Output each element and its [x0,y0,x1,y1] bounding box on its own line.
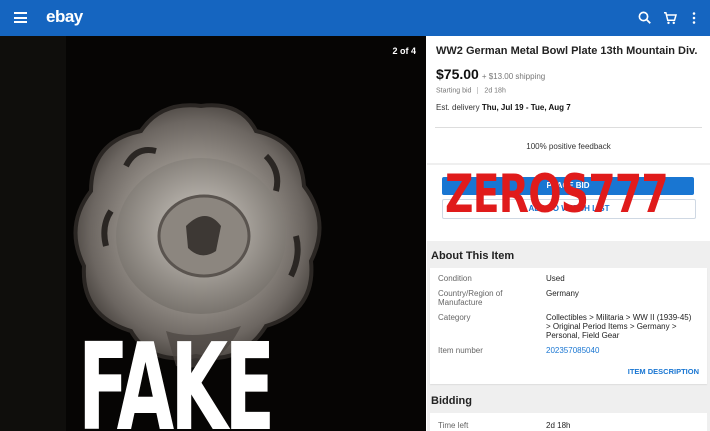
bidding-value: 2d 18h [546,421,571,431]
ebay-logo[interactable]: ebay [46,7,83,27]
listing-title: WW2 German Metal Bowl Plate 13th Mountai… [436,45,698,57]
cart-icon[interactable] [661,9,679,27]
about-card: Condition Used Country/Region of Manufac… [430,268,707,385]
time-left-short: 2d 18h [484,87,506,95]
price-value: $75.00 [436,66,479,82]
menu-icon[interactable] [14,12,27,23]
summary-card: WW2 German Metal Bowl Plate 13th Mountai… [427,36,710,164]
spec-row: Country/Region of Manufacture Germany [430,289,707,307]
spec-row: Item number 202357085040 [430,346,707,355]
watermark-overlay: ZEROS777 [445,164,669,226]
estimated-delivery: Est. delivery Thu, Jul 19 - Tue, Aug 7 [427,94,710,112]
about-heading: About This Item [431,250,515,263]
spec-key: Category [438,313,471,323]
bidding-key: Time left [438,421,469,431]
seller-feedback[interactable]: 100% positive feedback [427,128,710,163]
delivery-label: Est. delivery [436,103,480,113]
search-icon[interactable] [636,9,654,27]
shipping-cost: + $13.00 shipping [481,72,546,81]
bidding-heading: Bidding [431,395,472,408]
spec-key: Condition [438,274,472,284]
spec-value: Collectibles > Militaria > WW II (1939-4… [546,313,692,341]
listing-details-panel: WW2 German Metal Bowl Plate 13th Mountai… [427,36,710,431]
more-vert-icon[interactable] [685,9,703,27]
price-label: Starting bid [436,87,472,95]
spec-row: Category Collectibles > Militaria > WW I… [430,313,707,340]
image-counter: 2 of 4 [392,46,416,56]
fake-overlay-text: FAKE [78,319,275,431]
delivery-dates: Thu, Jul 19 - Tue, Aug 7 [481,103,571,113]
spec-key: Item number [438,346,483,356]
divider [477,87,479,94]
price-row: $75.00 + $13.00 shipping [427,66,710,84]
bidding-card: Time left 2d 18h [430,413,707,431]
bid-meta: Starting bid 2d 18h [427,87,710,94]
action-buttons: PLACE BID ADD TO WATCH LIST ZEROS777 [427,164,710,242]
spec-value: Germany [546,289,579,299]
product-photo-gallery[interactable]: 2 of 4 FAKE [0,36,426,431]
item-number-link[interactable]: 202357085040 [546,346,696,355]
spec-key: Country/Region of Manufacture [438,289,503,308]
item-description-link[interactable]: ITEM DESCRIPTION [430,361,707,380]
spec-value: Used [546,274,565,284]
bidding-row: Time left 2d 18h [430,421,707,430]
spec-row: Condition Used [430,274,707,283]
app-header: ebay [0,0,710,36]
